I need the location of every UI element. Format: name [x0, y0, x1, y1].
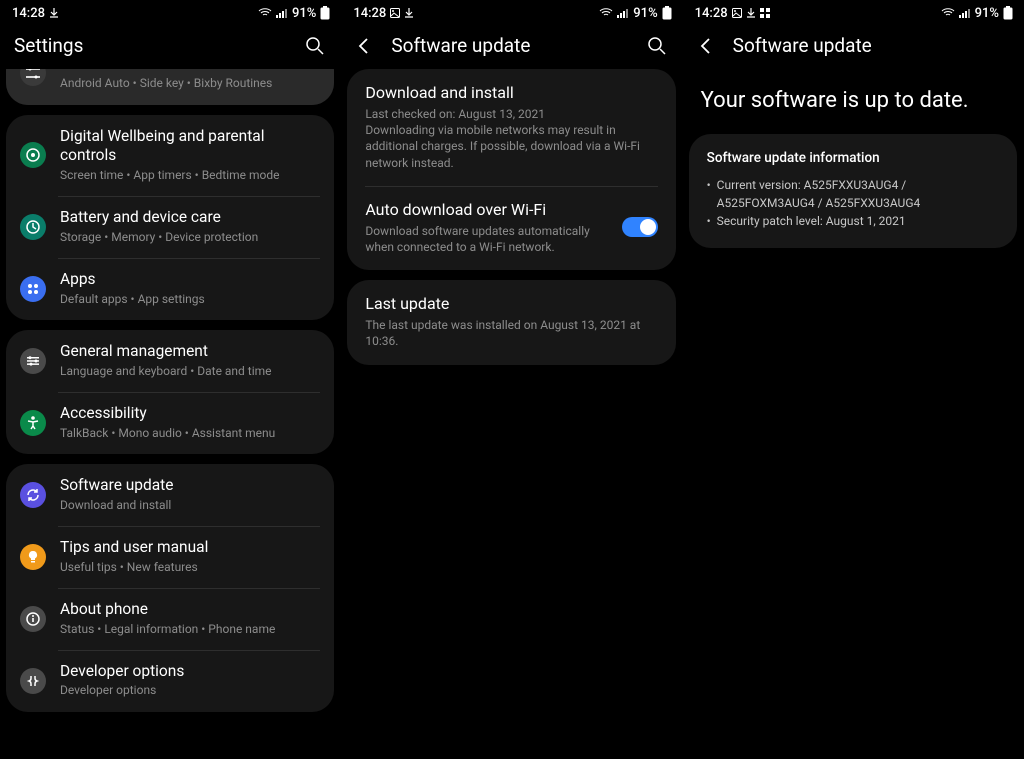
update-options-card: Download and install Last checked on: Au… [347, 69, 675, 270]
dev-icon [20, 668, 46, 694]
accessibility-icon [20, 410, 46, 436]
signal-icon [276, 8, 288, 18]
software-update-screen: 14:28 91% Software update Download and i… [341, 0, 682, 759]
page-title: Settings [14, 34, 288, 57]
battery-percent: 91% [975, 6, 999, 21]
header: Settings [0, 24, 340, 69]
settings-item-dev[interactable]: Developer options Developer options [6, 650, 334, 712]
item-sub: Language and keyboard • Date and time [60, 364, 320, 380]
settings-group: Advanced features Android Auto • Side key… [6, 69, 334, 105]
wellbeing-icon [20, 142, 46, 168]
search-icon[interactable] [646, 35, 668, 57]
signal-icon [617, 8, 629, 18]
header: Software update [683, 24, 1023, 69]
tips-icon [20, 544, 46, 570]
auto-download-toggle[interactable] [622, 217, 658, 237]
item-title: General management [60, 342, 320, 361]
item-sub: Download and install [60, 498, 320, 514]
auto-sub: Download software updates automatically … [365, 223, 609, 255]
search-icon[interactable] [304, 35, 326, 57]
item-sub: Status • Legal information • Phone name [60, 622, 320, 638]
auto-download-row[interactable]: Auto download over Wi-Fi Download softwa… [347, 186, 675, 270]
battery-percent: 91% [633, 6, 657, 21]
download-sub: Last checked on: August 13, 2021 Downloa… [365, 106, 657, 171]
item-sub: Android Auto • Side key • Bixby Routines [60, 76, 320, 92]
general-icon [20, 348, 46, 374]
item-sub: Screen time • App timers • Bedtime mode [60, 168, 320, 184]
item-sub: Useful tips • New features [60, 560, 320, 576]
about-icon [20, 606, 46, 632]
info-line: Current version: A525FXXU3AUG4 / A525FOX… [707, 176, 999, 212]
settings-screen: 14:28 91% Settings Advanced features Andr… [0, 0, 341, 759]
item-sub: Developer options [60, 683, 320, 699]
download-title: Download and install [365, 83, 657, 102]
item-title: Battery and device care [60, 208, 320, 227]
settings-item-accessibility[interactable]: Accessibility TalkBack • Mono audio • Ass… [6, 392, 334, 454]
status-time: 14:28 [353, 6, 386, 21]
last-title: Last update [365, 294, 657, 313]
download-install-row[interactable]: Download and install Last checked on: Au… [347, 69, 675, 186]
settings-item-general[interactable]: General management Language and keyboard … [6, 330, 334, 392]
item-title: Apps [60, 270, 320, 289]
back-icon[interactable] [355, 36, 375, 56]
item-title: Accessibility [60, 404, 320, 423]
apps-icon [20, 276, 46, 302]
page-title: Software update [391, 34, 629, 57]
battery-icon [320, 6, 330, 20]
wifi-icon [258, 8, 272, 18]
status-time: 14:28 [695, 6, 728, 21]
battery-icon [662, 6, 672, 20]
settings-group: General management Language and keyboard … [6, 330, 334, 454]
settings-item-apps[interactable]: Apps Default apps • App settings [6, 258, 334, 320]
page-title: Software update [733, 34, 1009, 57]
update-info-card: Software update information Current vers… [689, 134, 1017, 248]
header: Software update [341, 24, 681, 69]
item-title: Software update [60, 476, 320, 495]
item-title: Developer options [60, 662, 320, 681]
item-sub: Storage • Memory • Device protection [60, 230, 320, 246]
item-sub: Default apps • App settings [60, 292, 320, 308]
last-update-card[interactable]: Last update The last update was installe… [347, 280, 675, 364]
apps-icon [760, 8, 770, 18]
battery-percent: 91% [292, 6, 316, 21]
software-update-status-screen: 14:28 91% Software update Your software … [683, 0, 1024, 759]
signal-icon [959, 8, 971, 18]
settings-item-battery[interactable]: Battery and device care Storage • Memory … [6, 196, 334, 258]
download-icon [404, 8, 414, 18]
item-sub: TalkBack • Mono audio • Assistant menu [60, 426, 320, 442]
wifi-icon [599, 8, 613, 18]
auto-title: Auto download over Wi-Fi [365, 200, 609, 219]
up-to-date-message: Your software is up to date. [683, 69, 1023, 134]
settings-item-update[interactable]: Software update Download and install [6, 464, 334, 526]
download-icon [746, 8, 756, 18]
download-icon [49, 8, 59, 18]
item-title: Tips and user manual [60, 538, 320, 557]
wifi-icon [941, 8, 955, 18]
image-icon [732, 8, 742, 18]
status-time: 14:28 [12, 6, 45, 21]
settings-group: Software update Download and install Tips … [6, 464, 334, 712]
item-title: Digital Wellbeing and parental controls [60, 127, 320, 166]
settings-item-wellbeing[interactable]: Digital Wellbeing and parental controls S… [6, 115, 334, 196]
settings-item-about[interactable]: About phone Status • Legal information • … [6, 588, 334, 650]
battery-icon [20, 214, 46, 240]
status-bar: 14:28 91% [341, 0, 681, 24]
battery-icon [1003, 6, 1013, 20]
image-icon [390, 8, 400, 18]
item-title: About phone [60, 600, 320, 619]
settings-list[interactable]: Advanced features Android Auto • Side key… [0, 69, 340, 759]
settings-group: Digital Wellbeing and parental controls S… [6, 115, 334, 320]
settings-item-tips[interactable]: Tips and user manual Useful tips • New fe… [6, 526, 334, 588]
item-title: Advanced features [60, 69, 320, 74]
status-bar: 14:28 91% [0, 0, 340, 24]
info-title: Software update information [707, 150, 999, 166]
adv-icon [20, 69, 46, 86]
info-line: Security patch level: August 1, 2021 [707, 212, 999, 230]
status-bar: 14:28 91% [683, 0, 1023, 24]
last-sub: The last update was installed on August … [365, 317, 657, 349]
settings-item-adv[interactable]: Advanced features Android Auto • Side key… [6, 69, 334, 105]
update-icon [20, 482, 46, 508]
back-icon[interactable] [697, 36, 717, 56]
